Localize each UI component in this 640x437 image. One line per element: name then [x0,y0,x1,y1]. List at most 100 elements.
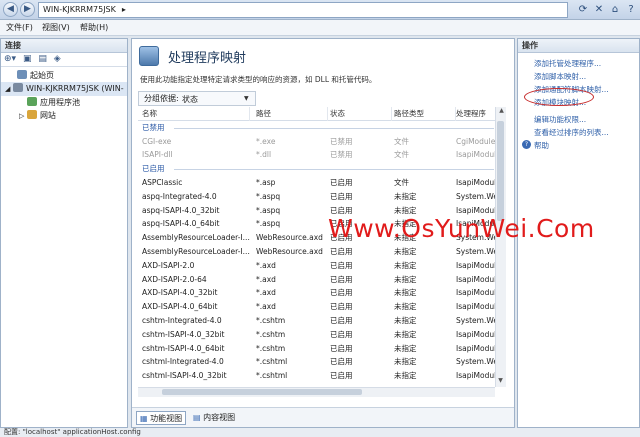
table-cell: 已启用 [330,246,353,256]
table-cell: System.Web [456,246,498,256]
table-row[interactable]: ASPClassic *.asp 已启用 文件 IsapiModule [138,176,498,190]
table-cell: ISAPI-dll [142,150,173,160]
table-cell: *.cshtml [256,371,288,381]
help-icon[interactable]: ? [624,3,638,17]
table-row[interactable]: cshtml-Integrated-4.0 *.cshtml 已启用 未指定 Syste… [138,355,498,369]
action-edit-feature-permissions[interactable]: 编辑功能权限... [534,113,586,126]
content-view-icon: ▤ [193,413,201,422]
table-cell: *.axd [256,288,276,298]
table-cell: 文件 [394,136,409,146]
table-cell: System.Web [456,315,498,325]
page-title: 处理程序映射 [168,51,247,66]
table-row[interactable]: ISAPI-dll *.dll 已禁用 文件 IsapiModule [138,148,498,162]
horizontal-scroll-thumb[interactable] [162,389,362,395]
table-row[interactable]: AXD-ISAPI-2.0 *.axd 已启用 未指定 IsapiModule [138,259,498,273]
table-cell: AssemblyResourceLoader-I... [142,233,250,243]
action-view-ordered-list[interactable]: 查看经过排序的列表... [534,126,609,139]
table-cell: IsapiModule [456,288,498,298]
table-cell: 已启用 [330,260,353,270]
connect-icon[interactable]: ⊕▾ [4,54,16,64]
help-icon: ? [522,140,531,149]
table-row[interactable]: cshtm-ISAPI-4.0_32bit *.cshtm 已启用 未指定 IsapiM… [138,328,498,342]
menu-view[interactable]: 视图(V) [42,22,70,34]
table-cell: 未指定 [394,191,417,201]
table-cell: AXD-ISAPI-2.0 [142,260,195,270]
menu-help[interactable]: 帮助(H) [80,22,108,34]
menu-file[interactable]: 文件(F) [6,22,33,34]
action-add-script-map[interactable]: 添加脚本映射... [534,70,586,83]
refresh-icon[interactable]: ⟳ [576,3,590,17]
table-cell: 已启用 [330,329,353,339]
tab-features-view[interactable]: ▦ 功能视图 [136,411,187,425]
table-cell: AXD-ISAPI-4.0_32bit [142,288,218,298]
disconnect-icon[interactable]: ◈ [54,54,61,64]
table-cell: IsapiModule [456,371,498,381]
tree-item-start-page[interactable]: 起始页 [1,69,127,82]
table-cell: ASPClassic [142,177,183,187]
table-row[interactable]: AssemblyResourceLoader-I... WebResource.a… [138,245,498,259]
scroll-down-icon[interactable]: ▼ [495,377,506,384]
forward-arrow-icon[interactable]: ▶ [20,2,35,17]
tree-item-sites[interactable]: ▷ 网站 [1,109,127,123]
features-view-icon: ▦ [140,414,148,423]
col-state[interactable]: 状态 [330,107,392,121]
table-header: 名称 路径 状态 路径类型 处理程序 [138,107,498,121]
handler-table: 名称 路径 状态 路径类型 处理程序 已禁用 CGI-exe *.exe 已禁用 文件… [138,107,498,384]
back-arrow-icon[interactable]: ◀ [3,2,18,17]
table-cell: *.axd [256,260,276,270]
tree-item-server[interactable]: ◢ WIN-KJKRRM75JSK (WIN- [1,82,127,96]
start-page-icon [17,70,27,79]
table-row[interactable]: CGI-exe *.exe 已禁用 文件 CgiModule [138,135,498,149]
table-cell: 未指定 [394,357,417,367]
table-cell: IsapiModule [456,343,498,353]
table-cell: *.cshtm [256,315,286,325]
scroll-up-icon[interactable]: ▲ [496,107,507,114]
table-row[interactable]: aspq-Integrated-4.0 *.aspq 已启用 未指定 System.We… [138,190,498,204]
up-icon[interactable]: ▤ [38,54,47,64]
col-path-type[interactable]: 路径类型 [394,107,456,121]
group-by-value: 状态 [182,95,198,104]
save-icon[interactable]: ▣ [23,54,32,64]
action-add-managed-handler[interactable]: 添加托管处理程序... [534,57,601,70]
table-cell: *.cshtml [256,357,288,367]
server-icon [12,83,23,92]
table-cell: AssemblyResourceLoader-I... [142,246,250,256]
home-icon[interactable]: ⌂ [608,3,622,17]
table-cell: AXD-ISAPI-2.0-64 [142,274,207,284]
col-name[interactable]: 名称 [142,107,250,121]
chevron-down-icon[interactable]: ▼ [244,95,249,102]
menu-bar: 文件(F) 视图(V) 帮助(H) [0,20,640,36]
actions-header: 操作 [518,39,639,53]
table-row[interactable]: AXD-ISAPI-2.0-64 *.axd 已启用 未指定 IsapiModule [138,273,498,287]
col-handler[interactable]: 处理程序 [456,107,498,121]
table-cell: *.dll [256,150,272,160]
action-help[interactable]: 帮助 [534,139,549,152]
table-cell: 已启用 [330,288,353,298]
table-cell: cshtm-Integrated-4.0 [142,315,222,325]
table-cell: cshtm-ISAPI-4.0_64bit [142,343,225,353]
table-cell: cshtml-ISAPI-4.0_32bit [142,371,227,381]
table-row[interactable]: AXD-ISAPI-4.0_32bit *.axd 已启用 未指定 IsapiModul… [138,286,498,300]
tab-content-view[interactable]: ▤ 内容视图 [190,411,238,425]
col-path[interactable]: 路径 [256,107,328,121]
scroll-thumb[interactable] [497,121,504,221]
table-row[interactable]: cshtm-ISAPI-4.0_64bit *.cshtm 已启用 未指定 IsapiM… [138,342,498,356]
table-cell: 已启用 [330,343,353,353]
connections-header: 连接 [1,39,127,53]
table-cell: aspq-ISAPI-4.0_64bit [142,219,220,229]
stop-icon[interactable]: ✕ [592,3,606,17]
group-by-label: 分组依据: [144,94,179,103]
table-cell: 未指定 [394,246,417,256]
table-cell: IsapiModule [456,150,498,160]
tree-item-app-pools[interactable]: 应用程序池 [1,96,127,109]
table-cell: 已启用 [330,371,353,381]
table-row[interactable]: cshtm-Integrated-4.0 *.cshtm 已启用 未指定 System.… [138,314,498,328]
table-cell: *.axd [256,302,276,312]
table-row[interactable]: AXD-ISAPI-4.0_64bit *.axd 已启用 未指定 IsapiModul… [138,300,498,314]
table-cell: *.cshtm [256,329,286,339]
table-cell: 未指定 [394,371,417,381]
table-cell: *.aspq [256,219,281,229]
address-input[interactable]: WIN-KJKRRM75JSK ▸ [38,2,568,18]
status-bar: 配置: "localhost" applicationHost.config [0,428,640,437]
table-row[interactable]: cshtml-ISAPI-4.0_32bit *.cshtml 已启用 未指定 Isap… [138,369,498,383]
